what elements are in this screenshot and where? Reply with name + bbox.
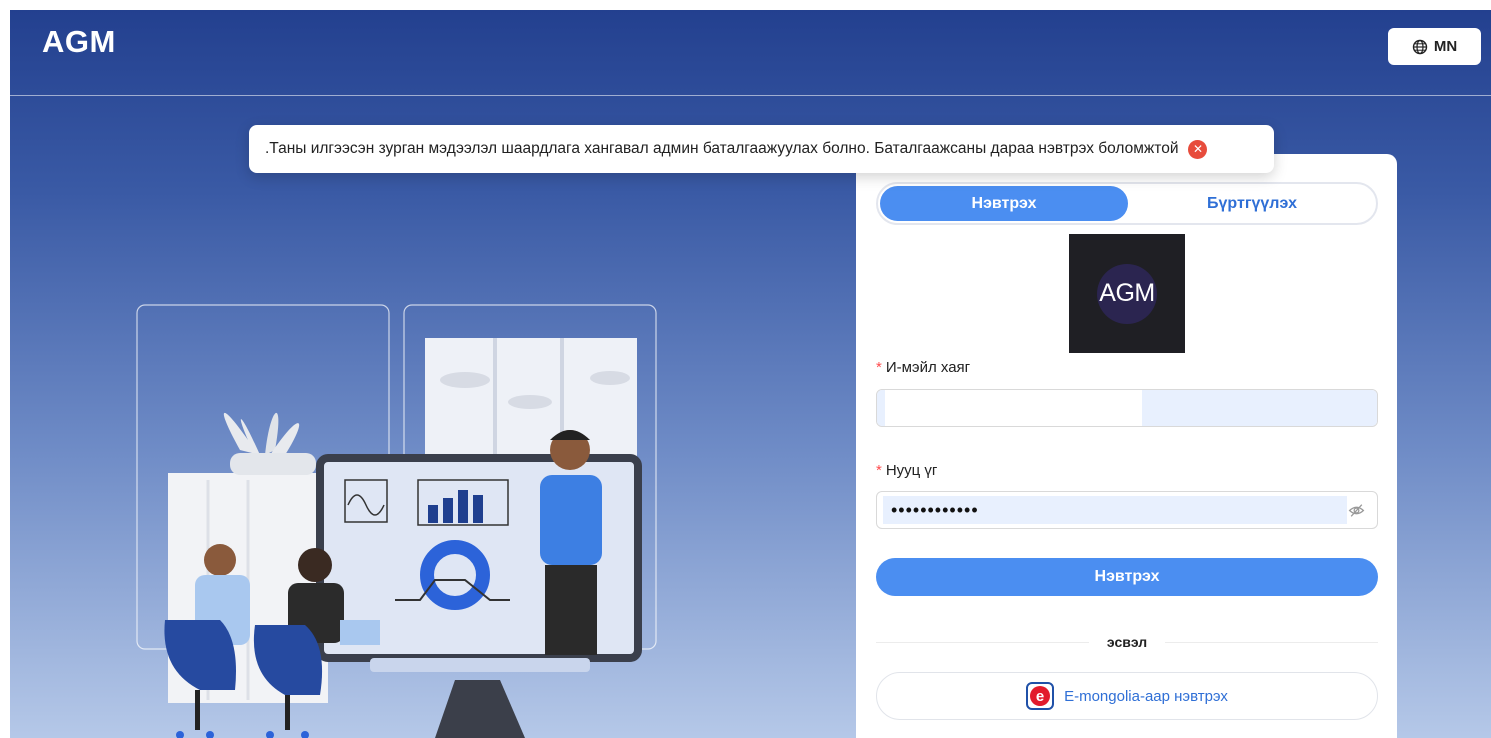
required-mark: * (876, 462, 882, 479)
top-header: AGM MN (10, 10, 1491, 96)
password-value: •••••••••••• (891, 500, 979, 520)
tab-login[interactable]: Нэвтрэх (880, 186, 1128, 221)
login-card: Нэвтрэх Бүртгүүлэх AGM * И-мэйл хаяг * Нуу… (856, 154, 1397, 738)
globe-icon (1412, 39, 1428, 54)
emongolia-login-button[interactable]: e E-mongolia-aap нэвтрэх (876, 672, 1378, 720)
password-label: * Нууц үг (876, 462, 938, 479)
eye-off-icon[interactable] (1348, 502, 1365, 519)
brand-logo[interactable]: AGM (42, 24, 116, 60)
close-circle-icon[interactable]: ✕ (1188, 139, 1208, 159)
emongolia-logo-icon: e (1026, 682, 1055, 710)
agm-logo-text: AGM (1097, 263, 1157, 324)
auth-tabs: Нэвтрэх Бүртгүүлэх (876, 182, 1378, 225)
email-label: * И-мэйл хаяг (876, 359, 971, 376)
language-label: MN (1433, 38, 1458, 55)
required-mark: * (876, 359, 882, 376)
meeting-illustration (136, 304, 657, 738)
or-label: эсвэл (1106, 634, 1148, 650)
email-field[interactable] (876, 389, 1378, 427)
emongolia-label: E-mongolia-aap нэвтрэх (1064, 687, 1228, 705)
notification-toast: .Таны илгээсэн зурган мэдээлэл шаардлага… (249, 125, 1274, 173)
login-submit-button[interactable]: Нэвтрэх (876, 558, 1378, 596)
agm-logo: AGM (1069, 234, 1185, 353)
password-field[interactable]: •••••••••••• (876, 491, 1378, 529)
language-button[interactable]: MN (1388, 28, 1481, 65)
tab-register[interactable]: Бүртгүүлэх (1128, 186, 1376, 221)
app-root: AGM MN .Таны илгээсэн зурган мэдээлэл ша… (10, 10, 1491, 738)
or-divider: эсвэл (876, 632, 1378, 652)
toast-message: .Таны илгээсэн зурган мэдээлэл шаардлага… (265, 140, 1179, 157)
